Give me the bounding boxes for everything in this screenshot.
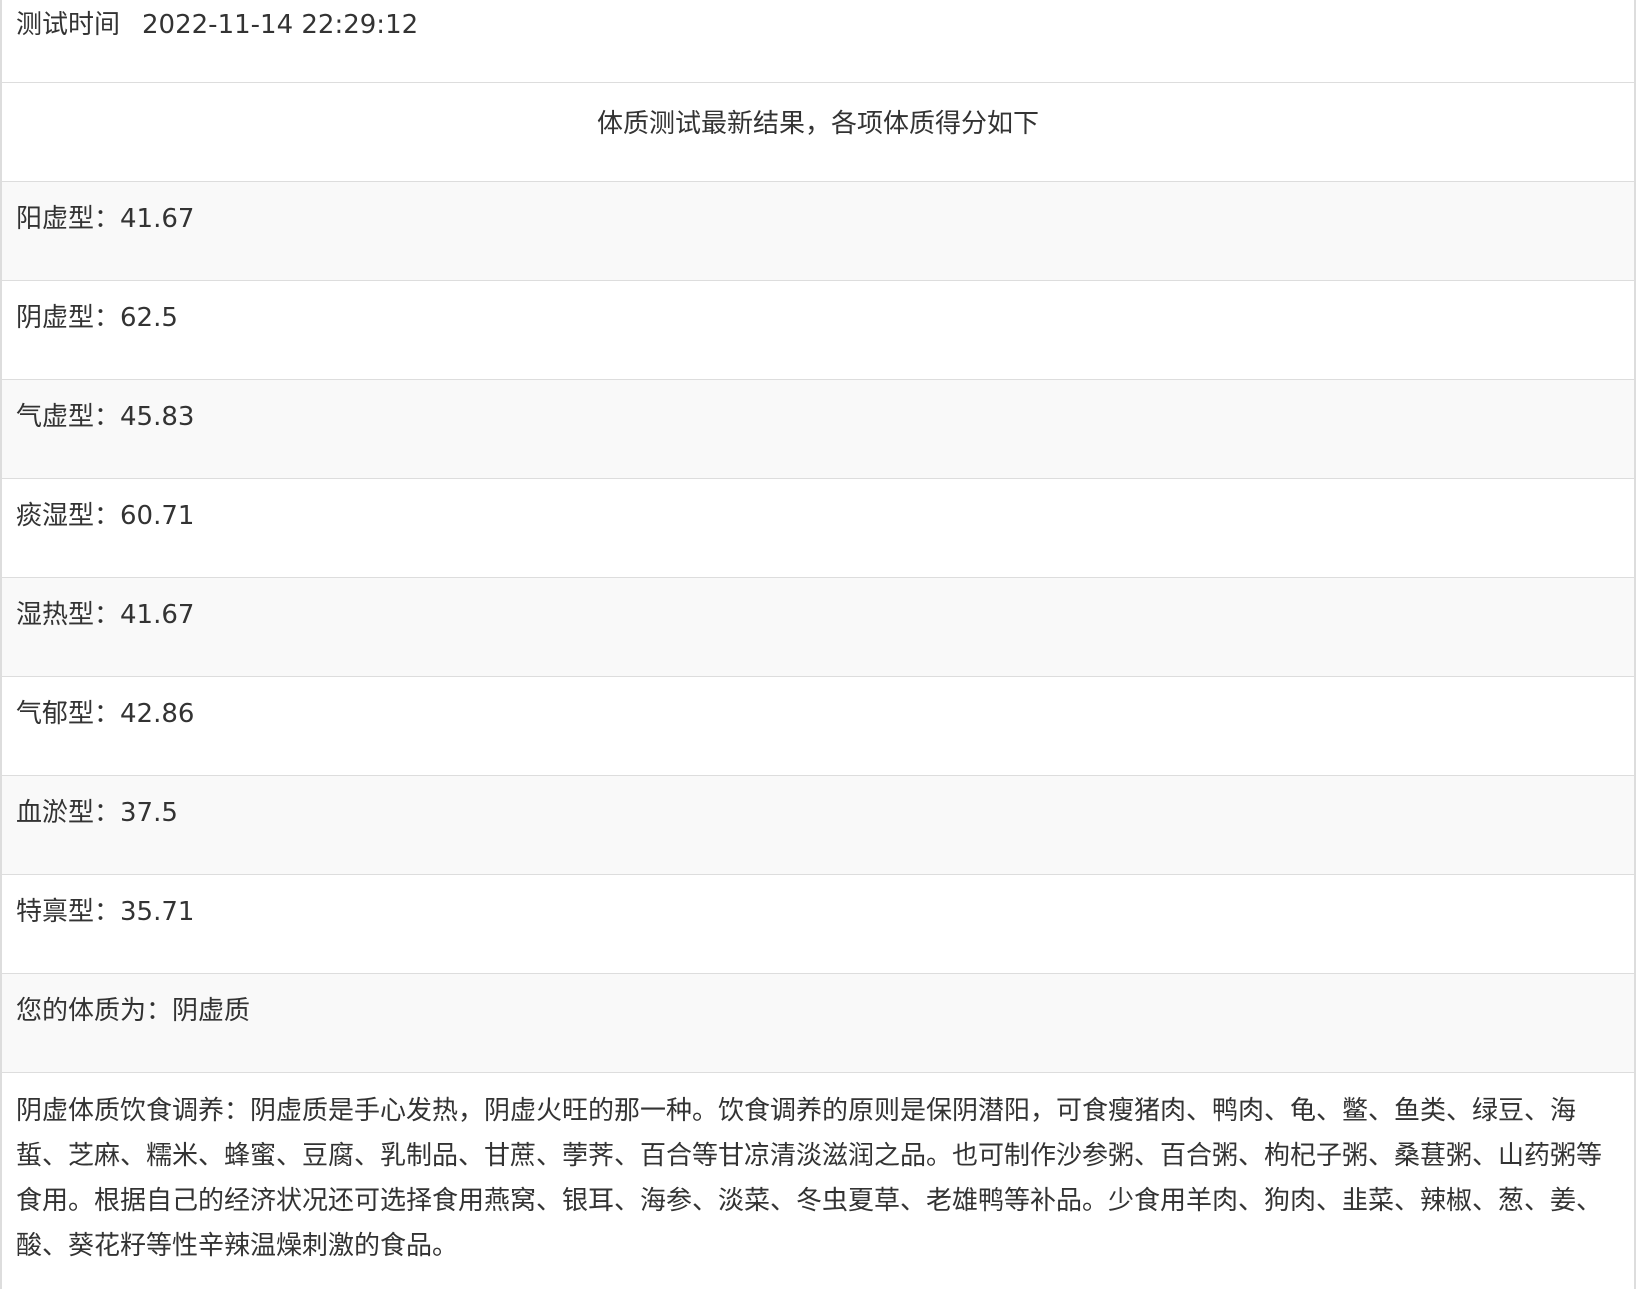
score-row-qi-deficiency: 气虚型：45.83 (2, 380, 1634, 479)
score-text: 特禀型：35.71 (16, 897, 195, 927)
constitution-result-text: 您的体质为：阴虚质 (16, 996, 251, 1026)
test-time-value: 2022-11-14 22:29:12 (142, 10, 419, 40)
score-text: 湿热型：41.67 (16, 600, 195, 630)
score-row-phlegm-dampness: 痰湿型：60.71 (2, 479, 1634, 578)
score-row-blood-stasis: 血淤型：37.5 (2, 776, 1634, 875)
score-text: 气虚型：45.83 (16, 402, 195, 432)
test-time-label: 测试时间 (16, 10, 121, 40)
score-row-yin-deficiency: 阴虚型：62.5 (2, 281, 1634, 380)
results-header-row: 体质测试最新结果，各项体质得分如下 (2, 83, 1634, 182)
score-row-special-constitution: 特禀型：35.71 (2, 875, 1634, 974)
score-text: 痰湿型：60.71 (16, 501, 195, 531)
diet-advice-row: 阴虚体质饮食调养：阴虚质是手心发热，阴虚火旺的那一种。饮食调养的原则是保阴潜阳，… (2, 1073, 1634, 1289)
score-text: 阳虚型：41.67 (16, 204, 195, 234)
score-text: 血淤型：37.5 (16, 798, 178, 828)
diet-advice-text: 阴虚体质饮食调养：阴虚质是手心发热，阴虚火旺的那一种。饮食调养的原则是保阴潜阳，… (16, 1096, 1603, 1261)
results-header-title: 体质测试最新结果，各项体质得分如下 (596, 109, 1039, 139)
results-table: 测试时间 2022-11-14 22:29:12 体质测试最新结果，各项体质得分如… (0, 0, 1636, 1289)
test-time-row: 测试时间 2022-11-14 22:29:12 (2, 0, 1634, 83)
score-row-yang-deficiency: 阳虚型：41.67 (2, 182, 1634, 281)
score-text: 气郁型：42.86 (16, 699, 195, 729)
score-row-damp-heat: 湿热型：41.67 (2, 578, 1634, 677)
constitution-result-row: 您的体质为：阴虚质 (2, 974, 1634, 1073)
score-text: 阴虚型：62.5 (16, 303, 178, 333)
score-row-qi-stagnation: 气郁型：42.86 (2, 677, 1634, 776)
